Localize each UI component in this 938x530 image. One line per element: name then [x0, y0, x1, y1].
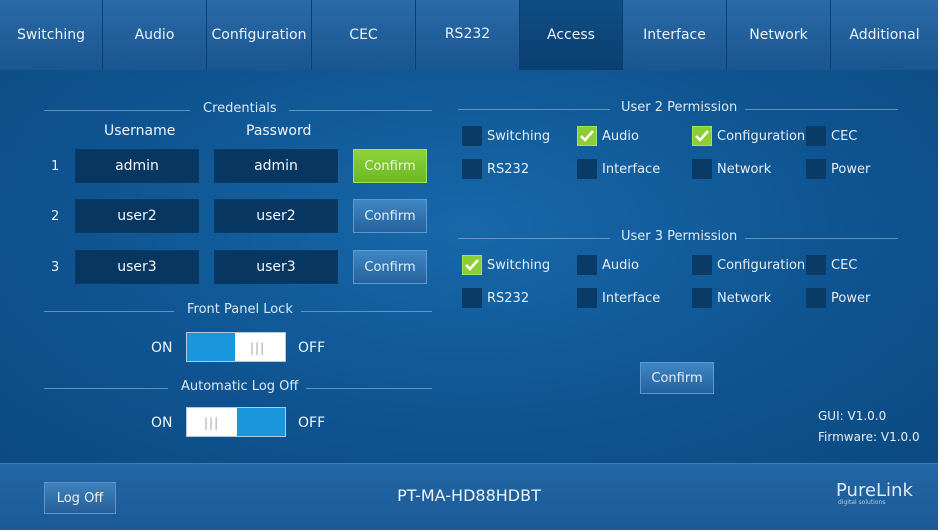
checkbox[interactable]: [462, 126, 482, 146]
perm-label: Interface: [602, 161, 661, 177]
automatic-log-off-toggle[interactable]: |||: [186, 407, 286, 437]
perm-label: Switching: [487, 257, 551, 273]
checkbox[interactable]: [692, 159, 712, 179]
toggle-grip-icon: |||: [204, 416, 220, 430]
perm-label: Audio: [602, 257, 639, 273]
username-field-1[interactable]: admin: [75, 149, 199, 183]
user3-perm-cec[interactable]: CEC: [806, 254, 857, 276]
user3-permission-title: User 3 Permission: [458, 229, 898, 249]
user3-perm-rs232[interactable]: RS232: [462, 287, 529, 309]
perm-label: Power: [831, 161, 871, 177]
checkbox[interactable]: [462, 288, 482, 308]
automatic-log-off-title: Automatic Log Off: [44, 379, 432, 399]
front-panel-lock-on-label: ON: [151, 340, 173, 356]
user3-perm-switching[interactable]: Switching: [462, 254, 550, 276]
checkbox[interactable]: [577, 288, 597, 308]
user2-perm-network[interactable]: Network: [692, 158, 771, 180]
password-field-3[interactable]: user3: [214, 250, 338, 284]
user2-perm-power[interactable]: Power: [806, 158, 870, 180]
perm-label: CEC: [831, 128, 858, 144]
user2-perm-audio[interactable]: Audio: [577, 125, 639, 147]
permissions-confirm-button[interactable]: Confirm: [640, 362, 714, 394]
perm-label: Network: [717, 161, 772, 177]
front-panel-lock-title: Front Panel Lock: [44, 302, 432, 322]
user3-perm-interface[interactable]: Interface: [577, 287, 660, 309]
user3-perm-audio[interactable]: Audio: [577, 254, 639, 276]
firmware-version: Firmware: V1.0.0: [818, 430, 920, 444]
checkbox[interactable]: [692, 126, 712, 146]
user2-perm-switching[interactable]: Switching: [462, 125, 550, 147]
checkbox[interactable]: [577, 159, 597, 179]
credential-row-number: 3: [51, 260, 60, 275]
checkbox[interactable]: [806, 255, 826, 275]
brand-name: PureLink: [836, 480, 913, 501]
automatic-log-off-on-label: ON: [151, 415, 173, 431]
perm-label: Interface: [602, 290, 661, 306]
user2-perm-configuration[interactable]: Configuration: [692, 125, 805, 147]
perm-label: Audio: [602, 128, 639, 144]
purelink-logo: PureLink digital solutions: [836, 480, 916, 506]
checkbox[interactable]: [806, 288, 826, 308]
perm-label: Network: [717, 290, 772, 306]
credentials-section-title: Credentials: [44, 101, 432, 121]
user3-perm-configuration[interactable]: Configuration: [692, 254, 805, 276]
checkbox[interactable]: [806, 159, 826, 179]
front-panel-lock-off-label: OFF: [298, 340, 326, 356]
username-header: Username: [104, 123, 176, 139]
checkbox[interactable]: [462, 159, 482, 179]
checkbox[interactable]: [462, 255, 482, 275]
checkbox[interactable]: [577, 126, 597, 146]
tab-additional[interactable]: Additional: [831, 0, 938, 70]
checkbox[interactable]: [806, 126, 826, 146]
perm-label: CEC: [831, 257, 858, 273]
perm-label: Power: [831, 290, 871, 306]
password-field-1[interactable]: admin: [214, 149, 338, 183]
user2-perm-cec[interactable]: CEC: [806, 125, 857, 147]
tab-cec[interactable]: CEC: [312, 0, 416, 70]
password-field-2[interactable]: user2: [214, 199, 338, 233]
checkbox[interactable]: [692, 255, 712, 275]
checkbox[interactable]: [692, 288, 712, 308]
password-header: Password: [246, 123, 312, 139]
perm-label: Switching: [487, 128, 551, 144]
top-tab-bar: Switching Audio Configuration CEC RS232 …: [0, 0, 938, 71]
user3-perm-network[interactable]: Network: [692, 287, 771, 309]
automatic-log-off-off-label: OFF: [298, 415, 326, 431]
username-field-3[interactable]: user3: [75, 250, 199, 284]
tab-network[interactable]: Network: [727, 0, 831, 70]
perm-label: Configuration: [717, 257, 806, 273]
checkbox[interactable]: [577, 255, 597, 275]
access-panel: Credentials Username Password 1 admin ad…: [0, 70, 938, 463]
confirm-button-1[interactable]: Confirm: [353, 149, 427, 183]
footer-bar: Log Off PT-MA-HD88HDBT PureLink digital …: [0, 463, 938, 530]
confirm-button-3[interactable]: Confirm: [353, 250, 427, 284]
user2-perm-rs232[interactable]: RS232: [462, 158, 529, 180]
username-field-2[interactable]: user2: [75, 199, 199, 233]
tab-rs232[interactable]: RS232: [416, 0, 520, 70]
user2-perm-interface[interactable]: Interface: [577, 158, 660, 180]
toggle-grip-icon: |||: [250, 341, 266, 355]
perm-label: Configuration: [717, 128, 806, 144]
user2-permission-title: User 2 Permission: [458, 100, 898, 120]
user3-perm-power[interactable]: Power: [806, 287, 870, 309]
tab-configuration[interactable]: Configuration: [207, 0, 312, 70]
credential-row-number: 2: [51, 209, 60, 224]
gui-version: GUI: V1.0.0: [818, 409, 887, 423]
perm-label: RS232: [487, 161, 530, 177]
tab-access[interactable]: Access: [520, 0, 623, 70]
front-panel-lock-toggle[interactable]: |||: [186, 332, 286, 362]
tab-interface[interactable]: Interface: [623, 0, 727, 70]
credential-row-number: 1: [51, 159, 60, 174]
device-model: PT-MA-HD88HDBT: [397, 486, 541, 505]
confirm-button-2[interactable]: Confirm: [353, 199, 427, 233]
tab-switching[interactable]: Switching: [0, 0, 103, 70]
tab-audio[interactable]: Audio: [103, 0, 207, 70]
perm-label: RS232: [487, 290, 530, 306]
